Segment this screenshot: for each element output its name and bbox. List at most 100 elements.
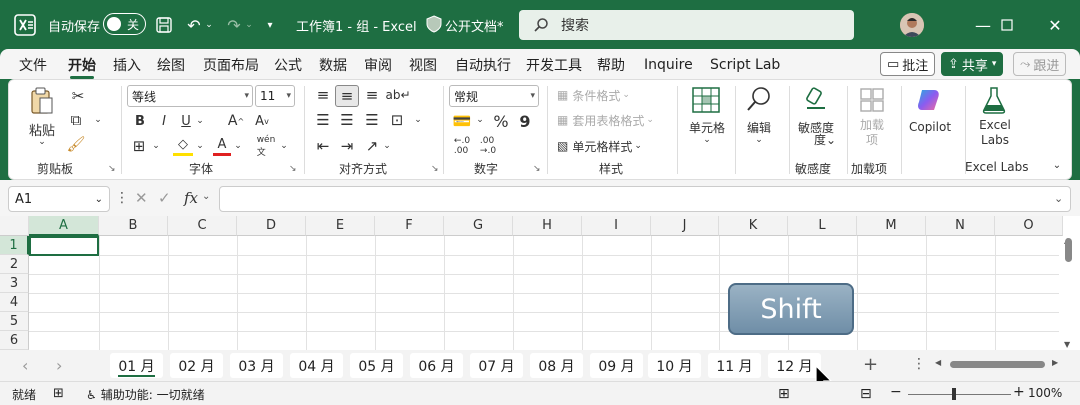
number-launcher-icon[interactable]: ↘	[533, 164, 541, 174]
merge-dropdown-icon[interactable]: ⌄	[413, 114, 423, 126]
redo-dropdown-icon[interactable]: ⌄	[242, 13, 256, 37]
font-color-icon[interactable]: A	[213, 136, 231, 156]
scroll-down-icon[interactable]: ▼	[1064, 340, 1070, 349]
normal-view-icon[interactable]: ⊞	[778, 386, 790, 402]
font-launcher-icon[interactable]: ↘	[289, 164, 297, 174]
editing-dropdown-icon[interactable]: ⌄	[753, 134, 765, 146]
scroll-left-icon[interactable]: ◀	[935, 358, 941, 367]
sheet-tab[interactable]: 02 月	[170, 353, 223, 378]
column-header[interactable]: E	[306, 216, 375, 236]
tab-review[interactable]: 审阅	[364, 53, 392, 77]
sheet-tab[interactable]: 08 月	[530, 353, 583, 378]
next-sheet-icon[interactable]: ›	[56, 356, 62, 375]
copy-icon[interactable]: ⧉	[67, 110, 85, 130]
macro-record-icon[interactable]: ⊞	[53, 386, 64, 401]
tab-data[interactable]: 数据	[319, 53, 347, 77]
accessibility-status[interactable]: ♿ 辅助功能: 一切就绪	[86, 386, 205, 403]
align-left-icon[interactable]: ☰	[313, 110, 333, 130]
avatar[interactable]	[900, 13, 924, 37]
column-header[interactable]: H	[513, 216, 582, 236]
orientation-dropdown-icon[interactable]: ⌄	[382, 140, 392, 152]
column-header[interactable]: J	[651, 216, 719, 236]
share-button[interactable]: ⇪ 共享 ▾	[941, 52, 1004, 76]
customize-toolbar-icon[interactable]: ▾	[258, 13, 282, 37]
row-header[interactable]: 4	[0, 293, 29, 312]
paste-dropdown-icon[interactable]: ⌄	[35, 136, 49, 148]
column-header[interactable]: I	[582, 216, 651, 236]
tab-inquire[interactable]: Inquire	[644, 53, 693, 77]
prev-sheet-icon[interactable]: ‹	[22, 356, 28, 375]
copilot-button[interactable]: Copilot	[907, 118, 953, 136]
fill-color-icon[interactable]: ◇	[173, 136, 193, 156]
column-header[interactable]: C	[168, 216, 237, 236]
select-all-corner[interactable]	[0, 216, 29, 236]
row-header[interactable]: 2	[0, 255, 29, 274]
more-options-icon[interactable]: ⋮	[912, 356, 926, 372]
font-color-dropdown-icon[interactable]: ⌄	[233, 140, 243, 152]
search-box[interactable]: 搜索	[519, 10, 854, 40]
alignment-launcher-icon[interactable]: ↘	[431, 164, 439, 174]
cell-style-button[interactable]: ▧ 单元格样式 ⌄	[557, 137, 642, 155]
sheet-tab[interactable]: 09 月	[590, 353, 643, 378]
sheet-tab[interactable]: 04 月	[290, 353, 343, 378]
scrollbar-thumb[interactable]	[1065, 238, 1072, 262]
tab-home[interactable]: 开始	[68, 53, 96, 79]
decrease-indent-icon[interactable]: ⇤	[313, 136, 333, 156]
active-cell[interactable]	[29, 236, 99, 256]
tab-page-layout[interactable]: 页面布局	[203, 53, 259, 77]
borders-dropdown-icon[interactable]: ⌄	[151, 140, 161, 152]
column-header[interactable]: N	[926, 216, 995, 236]
tab-script-lab[interactable]: Script Lab	[710, 53, 780, 77]
italic-icon[interactable]: I	[155, 111, 173, 131]
accounting-dropdown-icon[interactable]: ⌄	[475, 114, 485, 126]
bold-icon[interactable]: B	[131, 111, 149, 131]
font-name-dropdown[interactable]: 等线 ▾	[127, 85, 253, 107]
column-header[interactable]: M	[857, 216, 926, 236]
undo-dropdown-icon[interactable]: ⌄	[202, 13, 216, 37]
cut-icon[interactable]: ✂	[69, 86, 87, 106]
number-format-dropdown[interactable]: 常规 ▾	[449, 85, 539, 107]
align-center-icon[interactable]: ☰	[337, 110, 357, 130]
sheet-tab[interactable]: 11 月	[708, 353, 761, 378]
tab-developer[interactable]: 开发工具	[526, 53, 582, 77]
vertical-scrollbar[interactable]: ▲ ▼	[1062, 236, 1076, 350]
sheet-tab[interactable]: 06 月	[410, 353, 463, 378]
excel-labs-button[interactable]: Excel Labs	[975, 118, 1015, 148]
worksheet-grid[interactable]: A B C D E F G H I J K L M N O 1 2 3 4 5 …	[0, 216, 1080, 350]
tab-draw[interactable]: 绘图	[157, 53, 185, 77]
insert-function-icon[interactable]: fx	[184, 189, 198, 207]
font-size-dropdown[interactable]: 11 ▾	[255, 85, 295, 107]
format-painter-icon[interactable]: 🖌	[66, 134, 85, 154]
cancel-icon[interactable]: ✕	[135, 189, 148, 207]
save-icon[interactable]	[152, 13, 176, 37]
row-header[interactable]: 3	[0, 274, 29, 293]
column-header[interactable]: B	[99, 216, 168, 236]
zoom-slider-thumb[interactable]	[952, 388, 956, 400]
autosave-toggle[interactable]: 关	[103, 13, 146, 35]
increase-indent-icon[interactable]: ⇥	[337, 136, 357, 156]
tab-automate[interactable]: 自动执行	[455, 53, 511, 77]
align-top-icon[interactable]: ≡	[313, 85, 333, 105]
column-header[interactable]: G	[444, 216, 513, 236]
zoom-out-icon[interactable]: −	[890, 384, 902, 400]
decrease-font-icon[interactable]: Av	[251, 111, 273, 131]
formula-input[interactable]	[219, 186, 1071, 212]
sheet-tab[interactable]: 05 月	[350, 353, 403, 378]
enter-icon[interactable]: ✓	[158, 189, 171, 207]
tab-insert[interactable]: 插入	[113, 53, 141, 77]
table-format-button[interactable]: ▦ 套用表格格式 ⌄	[557, 111, 654, 129]
comma-style-icon[interactable]: 9	[515, 111, 535, 131]
row-header[interactable]: 1	[0, 236, 29, 255]
column-header[interactable]: F	[375, 216, 444, 236]
zoom-level[interactable]: 100%	[1028, 386, 1062, 400]
tab-formulas[interactable]: 公式	[274, 53, 302, 77]
merge-center-icon[interactable]: ⊡	[387, 110, 407, 130]
percent-icon[interactable]: %	[491, 111, 511, 131]
clipboard-launcher-icon[interactable]: ↘	[108, 164, 116, 174]
align-bottom-icon[interactable]: ≡	[362, 85, 382, 105]
conditional-format-button[interactable]: ▦ 条件格式 ⌄	[557, 86, 630, 104]
follow-button[interactable]: ⤳ 跟进	[1013, 52, 1067, 76]
fill-color-dropdown-icon[interactable]: ⌄	[195, 140, 205, 152]
align-right-icon[interactable]: ☰	[362, 110, 382, 130]
sensitivity-label[interactable]: 公开文档*	[445, 15, 504, 35]
